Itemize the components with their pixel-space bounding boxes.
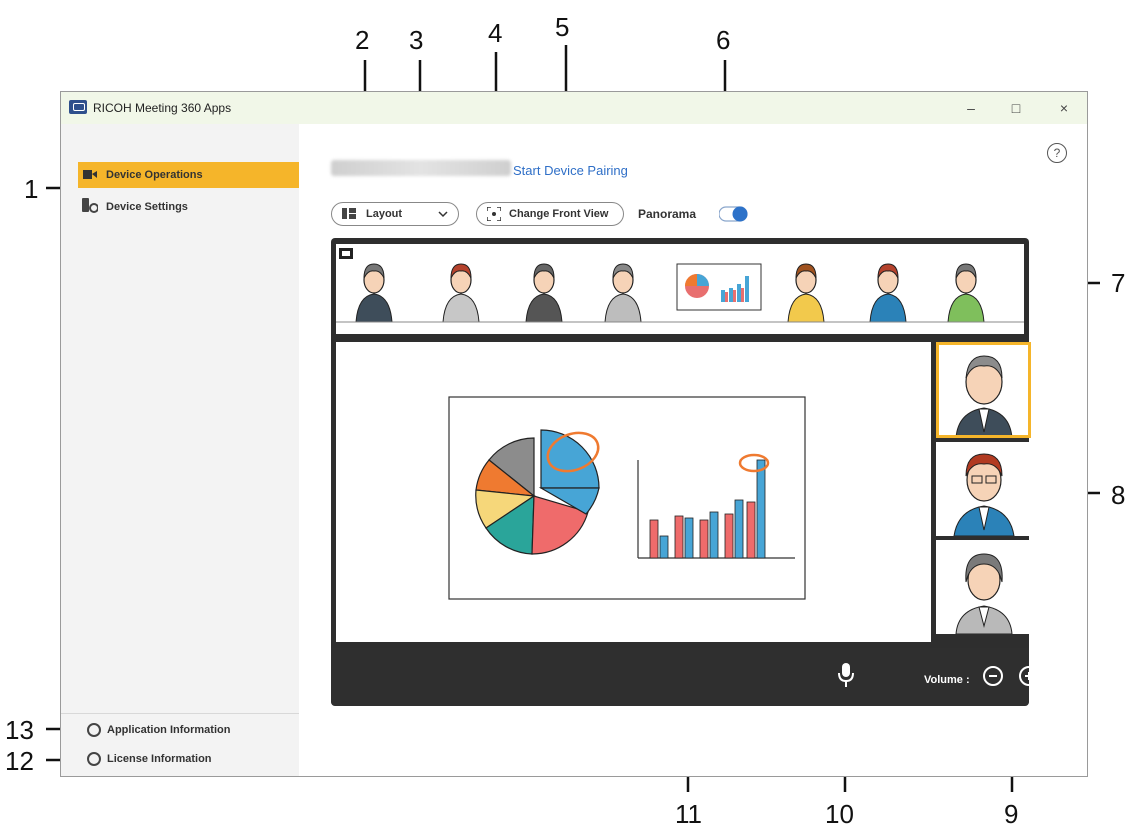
sidebar: Device Operations Device Settings Applic…	[61, 124, 299, 776]
callout-1: 1	[24, 174, 39, 204]
panorama-participant	[787, 263, 825, 323]
window-title: RICOH Meeting 360 Apps	[93, 101, 232, 115]
sidebar-item-device-settings[interactable]: Device Settings	[78, 194, 299, 220]
callout-2: 2	[355, 25, 370, 55]
person-avatar	[955, 553, 1013, 635]
maximize-button[interactable]: □	[1004, 98, 1028, 118]
license-icon	[87, 752, 101, 766]
device-name-blurred	[331, 160, 511, 176]
panorama-participant	[869, 263, 907, 323]
panorama-participant	[442, 263, 480, 323]
speaker-thumbnail[interactable]	[936, 540, 1031, 635]
callout-10: 10	[825, 799, 854, 829]
person-avatar	[955, 355, 1013, 439]
panorama-label: Panorama	[638, 207, 697, 221]
callout-6: 6	[716, 25, 731, 55]
change-front-view-button[interactable]: Change Front View	[476, 202, 624, 226]
minimize-button[interactable]: –	[959, 98, 983, 118]
callout-12: 12	[5, 746, 34, 776]
help-button[interactable]: ?	[1047, 143, 1067, 163]
panorama-participant	[947, 263, 985, 323]
callout-13: 13	[5, 715, 34, 745]
callout-5: 5	[555, 12, 570, 42]
change-front-view-label: Change Front View	[509, 208, 609, 220]
meeting-video-area: Volume :	[331, 238, 1039, 706]
speaker-thumbnail-active[interactable]	[936, 342, 1031, 439]
title-bar: RICOH Meeting 360 Apps – □ ×	[61, 92, 1087, 124]
panorama-scene	[336, 248, 1024, 323]
plus-icon	[1025, 672, 1033, 680]
callout-3: 3	[409, 25, 424, 55]
chevron-down-icon	[438, 211, 448, 218]
person-avatar	[953, 453, 1015, 537]
panorama-view	[336, 244, 1024, 334]
start-device-pairing-link[interactable]: Start Device Pairing	[513, 163, 628, 178]
license-information-label: License Information	[107, 753, 212, 765]
speaker-thumbnail[interactable]	[936, 442, 1031, 537]
sidebar-item-label: Device Operations	[106, 169, 203, 181]
panorama-toggle[interactable]	[719, 206, 749, 222]
application-information-label: Application Information	[107, 724, 231, 736]
main-view	[336, 342, 931, 642]
layout-icon	[342, 208, 356, 219]
volume-up-button[interactable]	[1019, 666, 1039, 686]
callout-9: 9	[1004, 799, 1019, 829]
sidebar-item-label: Device Settings	[106, 201, 188, 213]
callout-7: 7	[1111, 268, 1126, 298]
volume-down-button[interactable]	[983, 666, 1003, 686]
microphone-icon[interactable]	[837, 662, 855, 688]
callout-4: 4	[488, 18, 503, 48]
device-settings-icon	[82, 198, 98, 213]
layout-label: Layout	[366, 208, 403, 220]
panorama-participant	[604, 263, 642, 323]
sidebar-divider	[61, 713, 299, 714]
application-information-row[interactable]: Application Information	[61, 720, 299, 742]
minus-icon	[989, 675, 997, 677]
shared-screen-content	[448, 396, 806, 600]
video-camera-icon	[83, 170, 97, 179]
app-logo-icon	[69, 100, 87, 114]
sidebar-item-device-operations[interactable]: Device Operations	[78, 162, 299, 188]
panorama-participant	[355, 263, 393, 323]
info-icon	[87, 723, 101, 737]
license-information-row[interactable]: License Information	[61, 749, 299, 771]
callout-8: 8	[1111, 480, 1126, 510]
close-button[interactable]: ×	[1052, 98, 1076, 118]
callout-11: 11	[675, 799, 702, 829]
front-view-icon	[487, 207, 501, 221]
volume-label: Volume :	[924, 674, 970, 686]
layout-dropdown[interactable]: Layout	[331, 202, 459, 226]
panorama-participant	[525, 263, 563, 323]
app-window: RICOH Meeting 360 Apps – □ × Device Oper…	[60, 91, 1088, 777]
